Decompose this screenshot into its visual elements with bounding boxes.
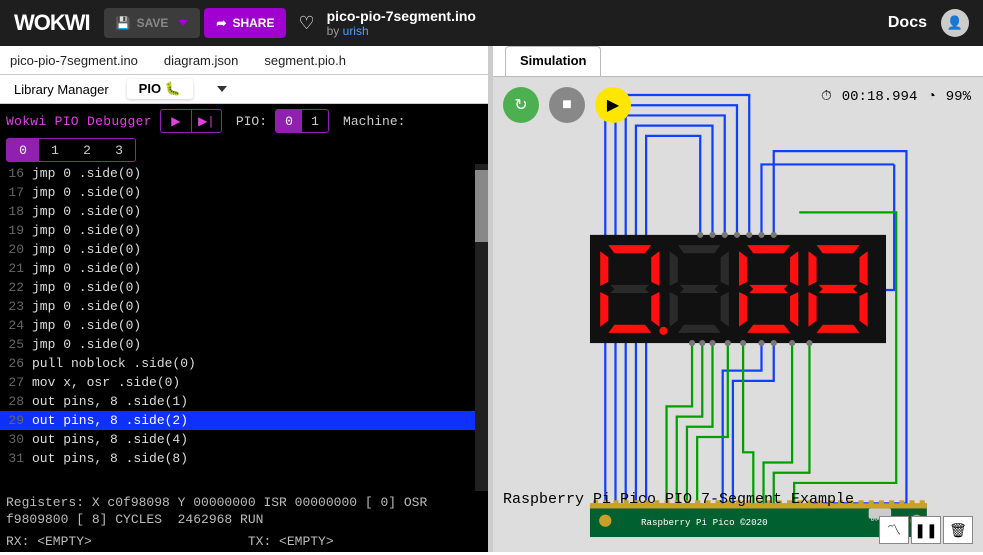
circuit-diagram: Raspberry Pi Pico ©2020 BOOTSEL: [493, 77, 983, 552]
sm-tab-0[interactable]: 0: [7, 139, 39, 161]
avatar[interactable]: 👤: [941, 9, 969, 37]
restart-button[interactable]: ↻: [503, 87, 539, 123]
plot-button[interactable]: 〽: [879, 516, 909, 544]
sim-perf: 99%: [946, 89, 971, 105]
code-line[interactable]: 23jmp 0 .side(0): [0, 297, 488, 316]
pio-field-label: PIO:: [236, 114, 267, 129]
save-label: SAVE: [137, 16, 169, 30]
chevron-down-icon[interactable]: [217, 86, 227, 92]
board-text: Raspberry Pi Pico ©2020: [641, 517, 768, 528]
stopwatch-icon: ⏱: [821, 89, 832, 105]
code-line[interactable]: 22jmp 0 .side(0): [0, 278, 488, 297]
code-line[interactable]: 26pull noblock .side(0): [0, 354, 488, 373]
library-manager-link[interactable]: Library Manager: [14, 82, 109, 97]
logo[interactable]: WOKWI: [0, 10, 104, 36]
sm-tab-3[interactable]: 3: [103, 139, 135, 161]
debugger-controls: ▶ ▶|: [160, 109, 222, 133]
code-line[interactable]: 21jmp 0 .side(0): [0, 259, 488, 278]
fifo-readout: RX: <EMPTY> TX: <EMPTY>: [0, 531, 488, 552]
code-line[interactable]: 20jmp 0 .side(0): [0, 240, 488, 259]
docs-link[interactable]: Docs: [888, 14, 927, 32]
code-line[interactable]: 30out pins, 8 .side(4): [0, 430, 488, 449]
code-line[interactable]: 18jmp 0 .side(0): [0, 202, 488, 221]
code-line[interactable]: 29out pins, 8 .side(2): [0, 411, 488, 430]
heart-icon[interactable]: ♡: [298, 13, 314, 34]
sm-tab-2[interactable]: 2: [71, 139, 103, 161]
code-line[interactable]: 25jmp 0 .side(0): [0, 335, 488, 354]
share-button[interactable]: ➦ SHARE: [204, 8, 286, 38]
author-link[interactable]: urish: [343, 24, 369, 38]
code-line[interactable]: 19jmp 0 .side(0): [0, 221, 488, 240]
gauge-icon: ◔: [927, 89, 935, 105]
tab-simulation[interactable]: Simulation: [505, 46, 601, 76]
pause-button[interactable]: ❚❚: [911, 516, 941, 544]
code-listing: 16jmp 0 .side(0)17jmp 0 .side(0)18jmp 0 …: [0, 164, 488, 491]
file-tab[interactable]: diagram.json: [164, 53, 238, 68]
registers-readout: Registers: X c0f98098 Y 00000000 ISR 000…: [0, 491, 488, 531]
code-line[interactable]: 28out pins, 8 .side(1): [0, 392, 488, 411]
code-line[interactable]: 27mov x, osr .side(0): [0, 373, 488, 392]
save-dropdown-icon[interactable]: [178, 20, 188, 26]
stop-button[interactable]: ■: [549, 87, 585, 123]
machine-label: Machine:: [343, 114, 405, 129]
file-tab[interactable]: pico-pio-7segment.ino: [10, 53, 138, 68]
file-tabs: pico-pio-7segment.ino diagram.json segme…: [0, 46, 488, 75]
debugger-step-button[interactable]: ▶|: [191, 110, 221, 132]
save-button[interactable]: 💾 SAVE: [104, 8, 201, 38]
code-line[interactable]: 17jmp 0 .side(0): [0, 183, 488, 202]
debugger-play-button[interactable]: ▶: [161, 110, 191, 132]
pio-option-1[interactable]: 1: [302, 110, 328, 132]
simulation-canvas[interactable]: ↻ ■ ▶ ⏱ 00:18.994 ◔ 99%: [493, 76, 983, 552]
code-line[interactable]: 31out pins, 8 .side(8): [0, 449, 488, 468]
project-author: by urish: [327, 24, 476, 38]
sm-tab-1[interactable]: 1: [39, 139, 71, 161]
share-icon: ➦: [216, 16, 226, 30]
run-button[interactable]: ▶: [595, 87, 631, 123]
debugger-title: Wokwi PIO Debugger: [6, 114, 152, 129]
scrollbar[interactable]: [475, 164, 488, 491]
project-title: pico-pio-7segment.ino: [327, 8, 476, 24]
file-tab[interactable]: segment.pio.h: [264, 53, 346, 68]
project-header: pico-pio-7segment.ino by urish: [327, 0, 476, 46]
sim-time: 00:18.994: [842, 89, 918, 105]
diagram-caption: Raspberry Pi Pico PIO 7-Segment Example: [503, 491, 854, 508]
share-label: SHARE: [232, 16, 274, 30]
pio-option-0[interactable]: 0: [276, 110, 302, 132]
floppy-icon: 💾: [116, 16, 131, 30]
delete-button[interactable]: 🗑: [943, 516, 973, 544]
state-machine-tabs: 0 1 2 3: [6, 138, 136, 162]
code-line[interactable]: 16jmp 0 .side(0): [0, 164, 488, 183]
code-line[interactable]: 24jmp 0 .side(0): [0, 316, 488, 335]
pio-debugger-chip[interactable]: PIO 🐛: [127, 79, 193, 99]
pio-selector: 0 1: [275, 109, 329, 133]
